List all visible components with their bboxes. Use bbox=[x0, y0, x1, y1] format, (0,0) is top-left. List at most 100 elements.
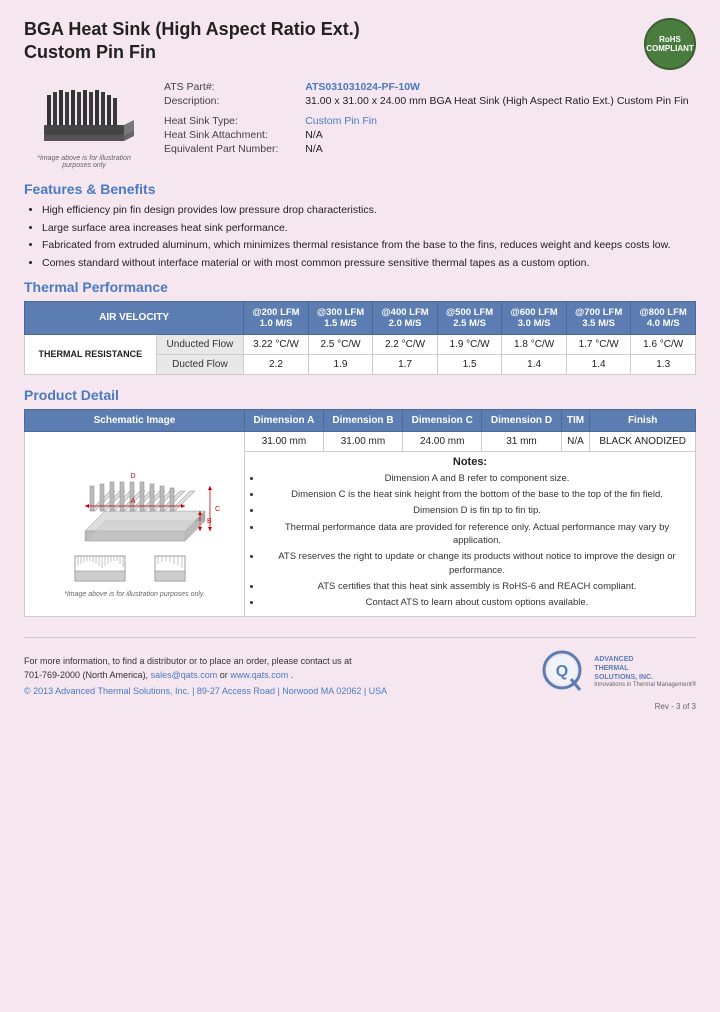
unducted-400: 2.2 °C/W bbox=[373, 334, 438, 354]
page-number: Rev - 3 of 3 bbox=[24, 702, 696, 711]
spec-table: ATS Part#: ATS031031024-PF-10W Descripti… bbox=[160, 80, 696, 156]
heat-sink-attachment-value: N/A bbox=[301, 128, 696, 142]
ats-part-value: ATS031031024-PF-10W bbox=[301, 80, 696, 94]
ats-name1: ADVANCED bbox=[594, 655, 696, 664]
svg-text:B: B bbox=[207, 518, 212, 525]
spec-row-type: Heat Sink Type: Custom Pin Fin bbox=[160, 114, 696, 128]
dim-d-value: 31 mm bbox=[482, 431, 561, 451]
heatsink-image bbox=[29, 80, 139, 155]
ducted-700: 1.4 bbox=[566, 354, 631, 374]
dim-b-value: 31.00 mm bbox=[323, 431, 402, 451]
spec-row-description: Description: 31.00 x 31.00 x 24.00 mm BG… bbox=[160, 94, 696, 108]
footer-period: . bbox=[291, 670, 294, 680]
thermal-header-row: AIR VELOCITY @200 LFM1.0 M/S @300 LFM1.5… bbox=[25, 301, 696, 334]
unducted-200: 3.22 °C/W bbox=[244, 334, 309, 354]
footer-left: For more information, to find a distribu… bbox=[24, 655, 387, 696]
footer-website[interactable]: www.qats.com bbox=[230, 670, 288, 680]
spec-row-attachment: Heat Sink Attachment: N/A bbox=[160, 128, 696, 142]
dimensions-row: A B C bbox=[25, 431, 696, 451]
col-dim-a: Dimension A bbox=[245, 409, 324, 431]
heat-sink-type-label: Heat Sink Type: bbox=[160, 114, 301, 128]
finish-value: BLACK ANODIZED bbox=[590, 431, 696, 451]
col-dim-b: Dimension B bbox=[323, 409, 402, 431]
unducted-800: 1.6 °C/W bbox=[631, 334, 696, 354]
heat-sink-type-value: Custom Pin Fin bbox=[301, 114, 696, 128]
unducted-600: 1.8 °C/W bbox=[502, 334, 567, 354]
thermal-performance-table: AIR VELOCITY @200 LFM1.0 M/S @300 LFM1.5… bbox=[24, 301, 696, 375]
schematic-svg: A B C bbox=[45, 451, 225, 591]
rohs-line1: RoHS bbox=[659, 35, 681, 44]
ats-q-icon: Q bbox=[538, 648, 586, 696]
product-info-section: *Image above is for illustration purpose… bbox=[24, 80, 696, 169]
feature-item-3: Fabricated from extruded aluminum, which… bbox=[42, 238, 696, 253]
features-title: Features & Benefits bbox=[24, 181, 696, 197]
dim-c-value: 24.00 mm bbox=[403, 431, 482, 451]
thermal-performance-title: Thermal Performance bbox=[24, 279, 696, 295]
svg-text:Q: Q bbox=[556, 663, 568, 680]
product-image-caption: *Image above is for illustration purpose… bbox=[24, 155, 144, 169]
spec-row-equiv: Equivalent Part Number: N/A bbox=[160, 142, 696, 156]
schematic-caption: *Image above is for illustration purpose… bbox=[64, 591, 205, 598]
svg-text:C: C bbox=[215, 506, 220, 513]
note-5: ATS reserves the right to update or chan… bbox=[262, 550, 692, 577]
equivalent-part-value: N/A bbox=[301, 142, 696, 156]
note-7: Contact ATS to learn about custom option… bbox=[262, 596, 692, 609]
note-6: ATS certifies that this heat sink assemb… bbox=[262, 580, 692, 593]
rohs-badge: RoHS COMPLIANT bbox=[644, 18, 696, 70]
footer-or: or bbox=[220, 670, 231, 680]
main-title: BGA Heat Sink (High Aspect Ratio Ext.) C… bbox=[24, 18, 360, 65]
ducted-200: 2.2 bbox=[244, 354, 309, 374]
product-image-area: *Image above is for illustration purpose… bbox=[24, 80, 144, 169]
product-specs: ATS Part#: ATS031031024-PF-10W Descripti… bbox=[160, 80, 696, 169]
svg-text:D: D bbox=[130, 473, 135, 480]
ducted-300: 1.9 bbox=[308, 354, 373, 374]
unducted-300: 2.5 °C/W bbox=[308, 334, 373, 354]
col-schematic: Schematic Image bbox=[25, 409, 245, 431]
tim-value: N/A bbox=[561, 431, 590, 451]
description-value: 31.00 x 31.00 x 24.00 mm BGA Heat Sink (… bbox=[301, 94, 696, 108]
feature-item-4: Comes standard without interface materia… bbox=[42, 256, 696, 271]
ducted-600: 1.4 bbox=[502, 354, 567, 374]
title-line1: BGA Heat Sink (High Aspect Ratio Ext.) bbox=[24, 18, 360, 41]
ats-logo: Q ADVANCED THERMAL SOLUTIONS, INC. Innov… bbox=[538, 648, 696, 696]
ats-name3: SOLUTIONS, INC. bbox=[594, 673, 696, 682]
unducted-label: Unducted Flow bbox=[156, 334, 244, 354]
product-detail-title: Product Detail bbox=[24, 387, 696, 403]
schematic-image-cell: A B C bbox=[25, 431, 245, 617]
product-detail-table: Schematic Image Dimension A Dimension B … bbox=[24, 409, 696, 618]
note-2: Dimension C is the heat sink height from… bbox=[262, 488, 692, 501]
ducted-400: 1.7 bbox=[373, 354, 438, 374]
svg-text:A: A bbox=[130, 498, 135, 505]
col-200lfm: @200 LFM1.0 M/S bbox=[244, 301, 309, 334]
features-section: Features & Benefits High efficiency pin … bbox=[24, 181, 696, 271]
col-600lfm: @600 LFM3.0 M/S bbox=[502, 301, 567, 334]
footer-copyright: © 2013 Advanced Thermal Solutions, Inc. … bbox=[24, 686, 387, 696]
schematic-container: A B C bbox=[33, 451, 236, 598]
col-500lfm: @500 LFM2.5 M/S bbox=[437, 301, 502, 334]
dim-a-value: 31.00 mm bbox=[245, 431, 324, 451]
thermal-performance-section: Thermal Performance AIR VELOCITY @200 LF… bbox=[24, 279, 696, 375]
thermal-resistance-label: THERMAL RESISTANCE bbox=[25, 334, 157, 374]
footer-email[interactable]: sales@qats.com bbox=[151, 670, 218, 680]
notes-title: Notes: bbox=[248, 456, 692, 468]
heat-sink-attachment-label: Heat Sink Attachment: bbox=[160, 128, 301, 142]
header-section: BGA Heat Sink (High Aspect Ratio Ext.) C… bbox=[24, 18, 696, 70]
feature-item-1: High efficiency pin fin design provides … bbox=[42, 203, 696, 218]
feature-item-2: Large surface area increases heat sink p… bbox=[42, 221, 696, 236]
ducted-label: Ducted Flow bbox=[156, 354, 244, 374]
title-line2: Custom Pin Fin bbox=[24, 41, 360, 64]
col-800lfm: @800 LFM4.0 M/S bbox=[631, 301, 696, 334]
spec-row-part: ATS Part#: ATS031031024-PF-10W bbox=[160, 80, 696, 94]
unducted-row: THERMAL RESISTANCE Unducted Flow 3.22 °C… bbox=[25, 334, 696, 354]
detail-header-row: Schematic Image Dimension A Dimension B … bbox=[25, 409, 696, 431]
notes-list: Dimension A and B refer to component siz… bbox=[262, 472, 692, 610]
col-tim: TIM bbox=[561, 409, 590, 431]
note-4: Thermal performance data are provided fo… bbox=[262, 521, 692, 548]
description-label: Description: bbox=[160, 94, 301, 108]
product-detail-section: Product Detail Schematic Image Dimension… bbox=[24, 387, 696, 618]
air-velocity-header: AIR VELOCITY bbox=[25, 301, 244, 334]
col-300lfm: @300 LFM1.5 M/S bbox=[308, 301, 373, 334]
footer-info: For more information, to find a distribu… bbox=[24, 655, 387, 682]
ats-part-label: ATS Part#: bbox=[160, 80, 301, 94]
ats-tagline: Innovations in Thermal Management® bbox=[594, 682, 696, 690]
